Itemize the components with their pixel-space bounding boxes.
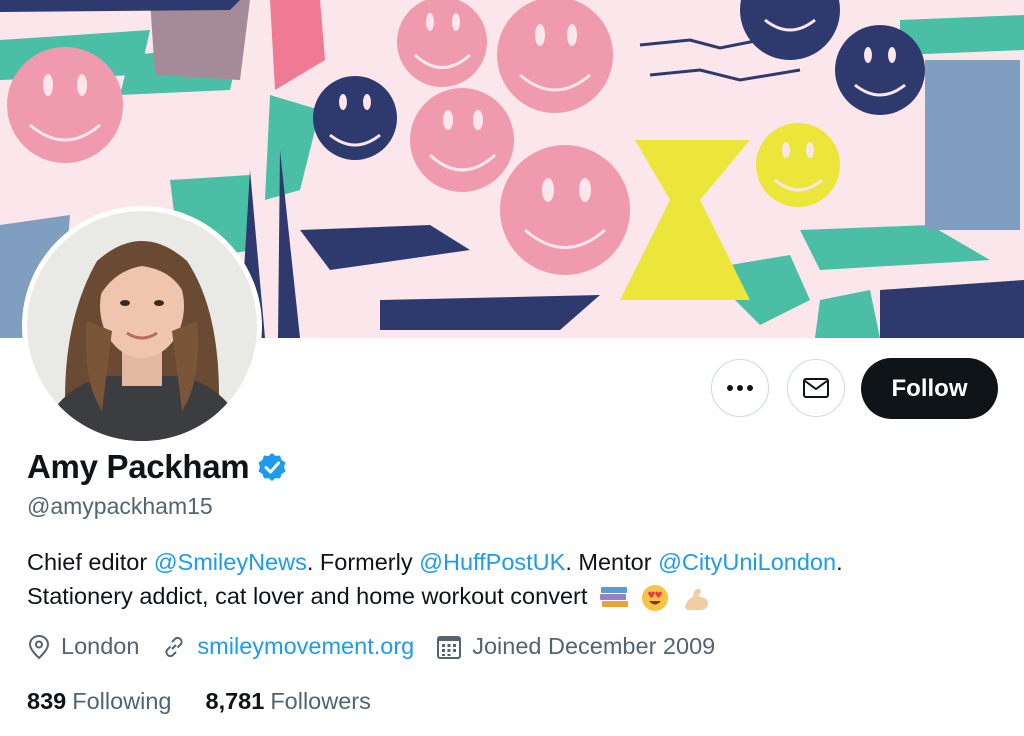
following-label: Following <box>72 688 172 714</box>
bio-text: . Mentor <box>565 549 659 575</box>
location-item: London <box>27 633 139 660</box>
location-pin-icon <box>28 634 50 659</box>
calendar-icon <box>437 635 462 659</box>
more-icon <box>727 385 753 391</box>
envelope-icon <box>803 378 829 398</box>
mention-link[interactable]: @SmileyNews <box>154 549 307 575</box>
mention-link[interactable]: @CityUniLondon <box>658 549 836 575</box>
following-stat[interactable]: 839 Following <box>27 688 172 715</box>
website-link[interactable]: smileymovement.org <box>197 633 414 660</box>
link-icon <box>165 636 183 657</box>
bio-text: Chief editor <box>27 549 154 575</box>
following-count: 839 <box>27 688 67 714</box>
followers-label: Followers <box>270 688 371 714</box>
website-item[interactable]: smileymovement.org <box>161 633 414 660</box>
mention-link[interactable]: @HuffPostUK <box>419 549 565 575</box>
more-options-button[interactable] <box>711 359 769 417</box>
bio-text: . Formerly <box>306 549 420 575</box>
profile-handle: @amypackham15 <box>27 493 213 519</box>
follow-stats: 839 Following 8,781 Followers <box>27 688 405 715</box>
profile-name-row: Amy Packham <box>27 448 287 486</box>
profile-name: Amy Packham <box>27 448 250 485</box>
joined-item: Joined December 2009 <box>436 633 715 660</box>
flexed-bicep-emoji-icon <box>684 588 708 610</box>
profile-avatar[interactable] <box>22 206 262 446</box>
followers-count: 8,781 <box>205 688 265 714</box>
follow-button[interactable]: Follow <box>861 358 998 419</box>
followers-stat[interactable]: 8,781 Followers <box>206 688 371 715</box>
bio-text: . <box>836 549 843 575</box>
books-emoji-icon <box>599 586 628 607</box>
location-text: London <box>61 633 140 659</box>
joined-text: Joined December 2009 <box>472 633 716 659</box>
profile-bio: Chief editor @SmileyNews. Formerly @Huff… <box>27 545 987 613</box>
message-button[interactable] <box>787 359 845 417</box>
heart-eyes-emoji-icon <box>642 584 669 611</box>
profile-meta: London smileymovement.org Joined Decembe… <box>27 633 737 660</box>
verified-badge-icon <box>258 453 286 481</box>
bio-text: Stationery addict, cat lover and home wo… <box>27 583 588 609</box>
